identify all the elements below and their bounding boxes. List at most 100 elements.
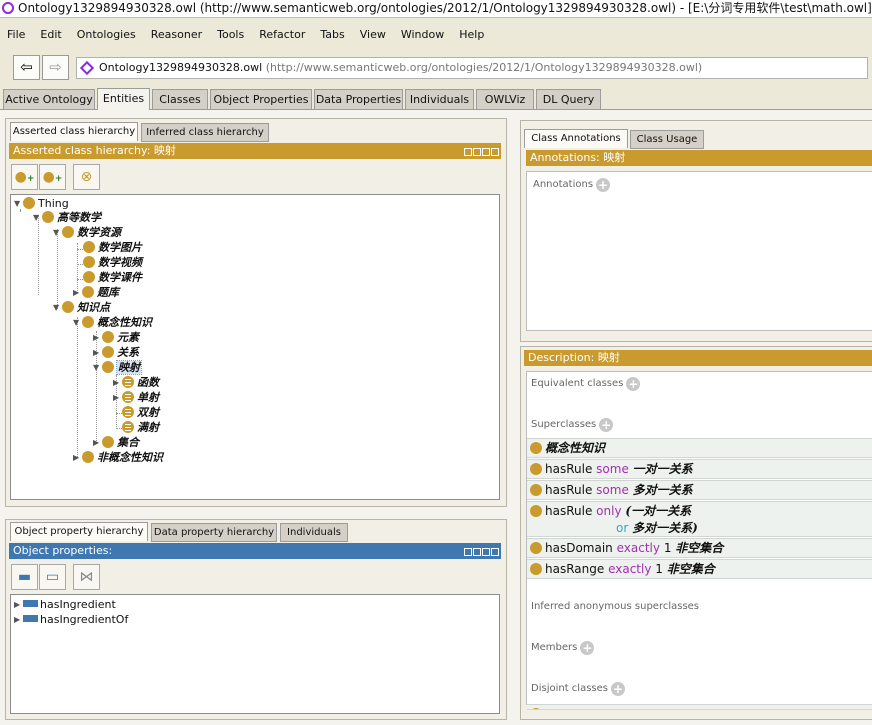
- delete-property-icon: ⋈: [79, 569, 94, 585]
- object-property-tree: ▶ hasIngredient ▶ hasIngredientOf: [10, 594, 500, 714]
- class-icon: [530, 484, 542, 496]
- class-icon: [530, 542, 542, 554]
- tree-node-selected[interactable]: ▼ 映射: [93, 360, 142, 375]
- tree-node[interactable]: ▼ 高等数学: [33, 211, 101, 225]
- description-header: Description: 映射: [524, 350, 872, 366]
- disjoint-classes-label: Disjoint classes +: [531, 682, 625, 696]
- class-icon: [530, 442, 542, 454]
- tab-data-properties[interactable]: Data Properties: [314, 89, 403, 110]
- tab-inferred-class-hierarchy[interactable]: Inferred class hierarchy: [141, 123, 269, 142]
- menu-file[interactable]: File: [0, 24, 33, 46]
- superclass-row[interactable]: hasRule only (一对一关系 or 多对一关系): [527, 501, 872, 537]
- delete-class-button[interactable]: ⊗: [73, 164, 100, 190]
- tree-node[interactable]: ▶ 单射: [113, 391, 159, 405]
- superclass-row[interactable]: 概念性知识: [527, 438, 872, 458]
- add-subclass-button[interactable]: ●+: [11, 164, 38, 190]
- tree-node[interactable]: ▼ 知识点: [53, 301, 110, 315]
- tab-entities[interactable]: Entities: [97, 88, 150, 110]
- superclass-row[interactable]: hasDomain exactly 1 非空集合: [527, 538, 872, 558]
- tree-node[interactable]: 满射: [122, 421, 159, 435]
- tree-node[interactable]: ▶ 题库: [73, 286, 119, 300]
- tree-node[interactable]: 数学课件: [83, 271, 142, 285]
- tree-node[interactable]: 双射: [122, 406, 159, 420]
- add-sibling-property-button[interactable]: ▭: [39, 564, 66, 590]
- tab-owlviz[interactable]: OWLViz: [476, 89, 534, 110]
- add-subproperty-icon: ▬: [17, 569, 32, 585]
- tree-node[interactable]: ▶ 非概念性知识: [73, 451, 163, 465]
- ontology-name: Ontology1329894930328.owl: [99, 61, 263, 74]
- window-title: Ontology1329894930328.owl (http://www.se…: [18, 1, 872, 15]
- add-sibling-icon: ●+: [42, 169, 63, 185]
- add-superclass-icon[interactable]: +: [599, 418, 614, 432]
- add-sibling-property-icon: ▭: [45, 569, 60, 585]
- add-annotation-icon[interactable]: +: [596, 178, 611, 192]
- tree-node[interactable]: ▶ 关系: [93, 346, 139, 360]
- menu-window[interactable]: Window: [394, 24, 452, 46]
- object-properties-header-text: Object properties:: [13, 544, 113, 557]
- class-icon: [102, 361, 114, 373]
- menu-ontologies[interactable]: Ontologies: [70, 24, 144, 46]
- add-sibling-class-button[interactable]: ●+: [39, 164, 66, 190]
- tree-node[interactable]: ▼ 概念性知识: [73, 316, 152, 330]
- tab-object-properties[interactable]: Object Properties: [210, 89, 312, 110]
- delete-property-button[interactable]: ⋈: [73, 564, 100, 590]
- class-icon: [83, 241, 95, 253]
- menu-bar: File Edit Ontologies Reasoner Tools Refactor T…: [0, 24, 872, 46]
- tab-active-ontology[interactable]: Active Ontology: [3, 89, 95, 110]
- class-icon: [530, 463, 542, 475]
- members-label: Members +: [531, 641, 595, 655]
- menu-reasoner[interactable]: Reasoner: [144, 24, 210, 46]
- tab-class-annotations[interactable]: Class Annotations: [524, 129, 628, 148]
- class-icon: [82, 451, 94, 463]
- forward-button[interactable]: ⇨: [42, 55, 69, 80]
- add-equivalent-icon[interactable]: +: [626, 377, 641, 391]
- tab-class-usage[interactable]: Class Usage: [630, 130, 704, 149]
- tab-individuals[interactable]: Individuals: [405, 89, 474, 110]
- defined-class-icon: [122, 391, 134, 403]
- class-hierarchy-header-text: Asserted class hierarchy: 映射: [13, 144, 176, 157]
- defined-class-icon: [122, 376, 134, 388]
- class-icon: [530, 708, 542, 709]
- property-node[interactable]: ▶ hasIngredientOf: [14, 613, 128, 627]
- add-member-icon[interactable]: +: [580, 641, 595, 655]
- tree-node[interactable]: ▶ 函数: [113, 376, 159, 390]
- ontology-address-field[interactable]: Ontology1329894930328.owl (http://www.se…: [76, 57, 868, 79]
- superclass-row[interactable]: hasRule some 一对一关系: [527, 459, 872, 479]
- menu-tools[interactable]: Tools: [210, 24, 252, 46]
- back-button[interactable]: ⇦: [13, 55, 40, 80]
- add-disjoint-icon[interactable]: +: [611, 682, 625, 696]
- disjoint-row[interactable]: [527, 704, 872, 710]
- property-node[interactable]: ▶ hasIngredient: [14, 598, 116, 612]
- menu-edit[interactable]: Edit: [33, 24, 69, 46]
- panel-controls[interactable]: [463, 546, 499, 559]
- class-icon: [102, 436, 114, 448]
- tab-data-property-hierarchy[interactable]: Data property hierarchy: [151, 523, 277, 542]
- ontology-icon: [79, 60, 95, 76]
- tree-node[interactable]: ▼ 数学资源: [53, 226, 121, 240]
- tab-prop-individuals[interactable]: Individuals: [280, 523, 348, 542]
- tab-dl-query[interactable]: DL Query: [536, 89, 601, 110]
- tab-classes[interactable]: Classes: [152, 89, 208, 110]
- tree-node-thing[interactable]: ▼ Thing: [14, 197, 69, 211]
- tree-node[interactable]: ▶ 集合: [93, 436, 139, 450]
- defined-class-icon: [122, 421, 134, 433]
- class-icon: [23, 197, 35, 209]
- menu-refactor[interactable]: Refactor: [252, 24, 313, 46]
- tab-asserted-class-hierarchy[interactable]: Asserted class hierarchy: [10, 122, 138, 141]
- tree-node[interactable]: 数学视频: [83, 256, 142, 270]
- superclass-row[interactable]: hasRule some 多对一关系: [527, 480, 872, 500]
- class-icon: [530, 563, 542, 575]
- tree-node[interactable]: 数学图片: [83, 241, 142, 255]
- delete-class-icon: ⊗: [80, 169, 93, 185]
- add-subproperty-button[interactable]: ▬: [11, 564, 38, 590]
- annotations-label: Annotations +: [533, 178, 611, 192]
- class-icon: [62, 226, 74, 238]
- menu-view[interactable]: View: [353, 24, 394, 46]
- menu-help[interactable]: Help: [452, 24, 492, 46]
- protege-app-icon: [2, 2, 14, 14]
- panel-controls[interactable]: [463, 146, 499, 159]
- tree-node[interactable]: ▶ 元素: [93, 331, 139, 345]
- superclass-row[interactable]: hasRange exactly 1 非空集合: [527, 559, 872, 579]
- tab-object-property-hierarchy[interactable]: Object property hierarchy: [10, 522, 148, 541]
- menu-tabs[interactable]: Tabs: [313, 24, 352, 46]
